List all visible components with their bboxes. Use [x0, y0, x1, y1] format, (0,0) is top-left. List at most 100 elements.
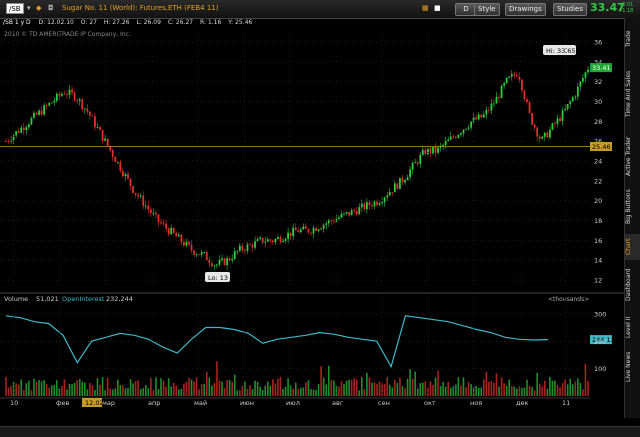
tab-active-trader[interactable]: Active Trader	[625, 132, 640, 180]
candle-body	[83, 108, 86, 110]
tab-level-ii[interactable]: Level II	[625, 310, 640, 344]
candle-body	[96, 127, 99, 128]
volume-bar	[381, 383, 383, 396]
ohlc-close: C: 26.27	[167, 19, 194, 26]
candle-body	[292, 227, 295, 237]
candle-body	[480, 114, 483, 118]
tab-live-news[interactable]: Live News	[625, 348, 640, 386]
candle-body	[106, 138, 109, 146]
volume-bar	[203, 383, 206, 396]
candle-body	[284, 239, 287, 241]
volume-bar	[282, 389, 284, 396]
price-chart[interactable]: 2010 © TD AMERITRADE IP Company, Inc. 36…	[0, 28, 624, 426]
candle-body	[233, 251, 236, 259]
volume-bar	[350, 380, 353, 396]
volume-bar	[587, 381, 589, 396]
candle-body	[330, 220, 333, 222]
candle-body	[457, 134, 460, 138]
volume-bar	[185, 381, 188, 396]
candle-body	[203, 251, 206, 253]
candle-body	[124, 173, 127, 177]
volume-bar	[358, 390, 361, 396]
volume-bar	[409, 369, 411, 396]
volume-bar	[25, 383, 28, 396]
candle-body	[61, 93, 63, 96]
candle-body	[386, 195, 389, 198]
volume-bar	[388, 384, 391, 396]
date-highlight-label: 12.02	[85, 399, 104, 407]
candle-body	[442, 145, 445, 146]
tab-time-and-sales[interactable]: Time And Sales	[625, 60, 640, 128]
volume-bar	[531, 386, 533, 396]
volume-bar	[302, 387, 305, 396]
chart-label: /SB 1 y D	[3, 19, 31, 26]
candle-body	[221, 258, 223, 261]
candle-body	[111, 150, 114, 157]
volume-bar	[449, 387, 452, 396]
candle-body	[251, 244, 254, 248]
candle-body	[277, 237, 279, 240]
volume-bar	[10, 386, 12, 396]
tab-chart[interactable]: Chart	[625, 234, 640, 260]
candle-body	[180, 234, 183, 243]
candle-body	[584, 72, 587, 79]
volume-bar	[434, 377, 437, 396]
candle-body	[15, 131, 18, 136]
candle-body	[383, 197, 386, 203]
info-icon[interactable]: ◘	[48, 3, 54, 14]
volume-bar	[195, 377, 198, 396]
candle-body	[144, 205, 147, 207]
candle-body	[193, 250, 195, 255]
high-callout-label: Hi: 33.65	[546, 47, 576, 55]
candle-body	[424, 149, 427, 154]
volume-bar	[256, 381, 259, 396]
volume-bar	[513, 386, 516, 396]
candle-body	[490, 103, 493, 111]
candle-body	[10, 140, 12, 142]
volume-bar	[76, 380, 78, 396]
volume-bar	[462, 377, 465, 396]
style-button[interactable]: Style	[474, 3, 500, 16]
volume-bar	[188, 377, 190, 396]
price-axis-label: 16	[594, 237, 602, 245]
volume-bar	[503, 383, 505, 396]
volume-bar	[127, 388, 129, 396]
studies-label: Studies	[557, 5, 583, 13]
candle-body	[282, 240, 284, 242]
candle-body	[71, 89, 73, 93]
lock-icon[interactable]: ■	[434, 3, 441, 14]
candle-body	[419, 154, 422, 164]
link-icon[interactable]: ◆	[36, 3, 41, 14]
symbol-input[interactable]: /SB	[6, 3, 24, 14]
tab-trade[interactable]: Trade	[625, 22, 640, 56]
candle-body	[345, 212, 348, 214]
candle-body	[188, 241, 190, 245]
candle-body	[38, 110, 40, 115]
time-axis-label: 10	[10, 399, 18, 407]
candle-body	[315, 228, 317, 231]
candle-body	[460, 133, 462, 135]
price-axis-label: 36	[594, 38, 602, 46]
candle-body	[371, 205, 373, 207]
tab-dashboard[interactable]: Dashboard	[625, 264, 640, 306]
candle-body	[388, 191, 391, 196]
volume-bar	[231, 381, 233, 396]
drawings-button[interactable]: Drawings	[505, 3, 546, 16]
volume-bar	[20, 379, 23, 396]
volume-bar	[61, 385, 63, 396]
volume-bar	[305, 382, 307, 396]
volume-bar	[373, 382, 376, 396]
chevron-down-icon[interactable]: ▾	[27, 3, 31, 14]
candle-body	[378, 203, 381, 205]
candle-body	[127, 173, 129, 179]
grid-icon[interactable]: ▦	[422, 3, 429, 14]
candle-body	[343, 213, 345, 215]
tab-big-buttons[interactable]: Big Buttons	[625, 184, 640, 230]
candle-body	[35, 112, 38, 115]
candle-body	[404, 180, 406, 183]
candle-body	[63, 93, 66, 95]
instrument-description: Sugar No. 11 (World): Futures,ETH (FEB4 …	[62, 4, 219, 12]
studies-button[interactable]: Studies	[553, 3, 587, 16]
volume-bar	[190, 379, 193, 396]
volume-bar	[470, 384, 472, 396]
